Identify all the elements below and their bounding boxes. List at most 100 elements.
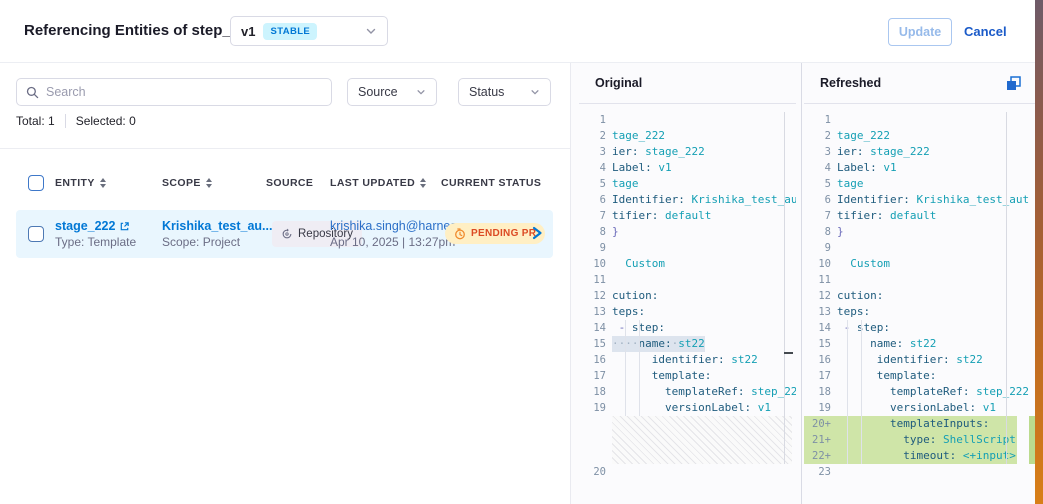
line-number: 14 <box>804 320 831 336</box>
copy-icon[interactable] <box>1005 75 1022 92</box>
code-line: 2tage_222 <box>804 128 1017 144</box>
column-header-current-status: CURRENT STATUS <box>441 177 541 189</box>
version-dropdown[interactable]: v1 STABLE <box>230 16 388 46</box>
refreshed-title: Refreshed <box>820 76 881 90</box>
code-line: 3ier: stage_222 <box>804 144 1017 160</box>
code-line: 19 versionLabel: v1 <box>804 400 1017 416</box>
code-line: 18 templateRef: step_222 <box>579 384 792 400</box>
line-number: 10 <box>804 256 831 272</box>
source-filter-dropdown[interactable]: Source <box>347 78 437 106</box>
line-number: 15 <box>804 336 831 352</box>
select-all-checkbox[interactable] <box>28 175 44 191</box>
page-title: Referencing Entities of step_222 <box>24 22 256 39</box>
line-number: 2 <box>804 128 831 144</box>
code-line: 5tage <box>579 176 792 192</box>
code-line: 6Identifier: Krishika_test_aut <box>804 192 1017 208</box>
column-header-entity[interactable]: ENTITY <box>55 177 106 189</box>
table-row[interactable]: stage_222 Type: Template Krishika_test_a… <box>16 210 553 258</box>
column-header-last-updated[interactable]: LAST UPDATED <box>330 177 426 189</box>
chevron-down-icon <box>365 25 377 37</box>
scope-link[interactable]: Krishika_test_au... <box>162 219 287 233</box>
line-number: 1 <box>579 112 606 128</box>
code-line: 12cution: <box>804 288 1017 304</box>
line-number: 7 <box>804 208 831 224</box>
column-header-source: SOURCE <box>266 177 313 189</box>
original-pane[interactable]: Original 12tage_2223ier: stage_2224Label… <box>579 63 796 504</box>
code-line: 15 name: st22 <box>804 336 1017 352</box>
entity-link[interactable]: stage_222 <box>55 219 136 233</box>
scope-sub: Scope: Project <box>162 235 287 249</box>
line-number: 4 <box>579 160 606 176</box>
original-code-editor[interactable]: 12tage_2223ier: stage_2224Label: v15tage… <box>579 112 796 504</box>
line-number: 3 <box>804 144 831 160</box>
referencing-entities-modal: Referencing Entities of step_222 v1 STAB… <box>0 0 1043 504</box>
line-number: 9 <box>579 240 606 256</box>
code-line: 7tifier: default <box>804 208 1017 224</box>
chevron-right-icon[interactable] <box>530 225 544 241</box>
code-line: 5tage <box>804 176 1017 192</box>
line-number: 23 <box>804 464 831 480</box>
status-filter-dropdown[interactable]: Status <box>458 78 551 106</box>
line-number: 21+ <box>804 432 831 448</box>
code-line: 4Label: v1 <box>579 160 792 176</box>
total-count: Total: 1 <box>16 114 55 128</box>
code-line: 4Label: v1 <box>804 160 1017 176</box>
line-number: 18 <box>579 384 606 400</box>
column-header-scope[interactable]: SCOPE <box>162 177 212 189</box>
search-icon <box>26 86 39 99</box>
update-button[interactable]: Update <box>888 18 952 46</box>
external-link-icon <box>119 221 130 232</box>
line-number: 12 <box>804 288 831 304</box>
original-pane-header: Original <box>579 63 796 104</box>
line-number: 16 <box>804 352 831 368</box>
table-header: ENTITY SCOPE SOURCE LAST UPDATED CURRENT… <box>0 175 570 195</box>
line-number: 11 <box>804 272 831 288</box>
code-line: 3ier: stage_222 <box>579 144 792 160</box>
entity-type: Type: Template <box>55 235 136 249</box>
line-number: 20+ <box>804 416 831 432</box>
page-edge-gradient <box>1035 0 1043 504</box>
code-line: 16 identifier: st22 <box>579 352 792 368</box>
code-line: 13teps: <box>804 304 1017 320</box>
line-number: 5 <box>804 176 831 192</box>
sort-icon[interactable] <box>206 178 212 188</box>
refreshed-pane-header: Refreshed <box>804 63 1036 104</box>
source-filter-label: Source <box>358 85 398 99</box>
cancel-button[interactable]: Cancel <box>964 24 1007 39</box>
pane-divider <box>801 63 802 504</box>
line-number: 4 <box>804 160 831 176</box>
code-line: 14 - step: <box>804 320 1017 336</box>
line-number: 8 <box>804 224 831 240</box>
line-number: 10 <box>579 256 606 272</box>
line-number: 19 <box>579 400 606 416</box>
indent-guide <box>625 320 626 416</box>
clock-icon <box>454 228 466 240</box>
code-line: 18 templateRef: step_222 <box>804 384 1017 400</box>
line-number: 6 <box>804 192 831 208</box>
line-number: 18 <box>804 384 831 400</box>
diff-collapsed-region <box>612 416 792 464</box>
diff-view: Original 12tage_2223ier: stage_2224Label… <box>570 63 1035 504</box>
selection-summary: Total: 1 Selected: 0 <box>16 114 136 128</box>
indent-guide <box>847 320 848 464</box>
search-input[interactable] <box>46 85 322 99</box>
line-number: 15 <box>579 336 606 352</box>
status-filter-label: Status <box>469 85 504 99</box>
refreshed-pane[interactable]: Refreshed 12tage_2223ier: stage_2224Labe… <box>804 63 1036 504</box>
line-number: 7 <box>579 208 606 224</box>
refreshed-code-editor[interactable]: 12tage_2223ier: stage_2224Label: v15tage… <box>804 112 1036 504</box>
search-box[interactable] <box>16 78 332 106</box>
sort-icon[interactable] <box>420 178 426 188</box>
line-number: 17 <box>804 368 831 384</box>
code-line: 1 <box>579 112 792 128</box>
sort-icon[interactable] <box>100 178 106 188</box>
row-checkbox[interactable] <box>28 226 44 242</box>
line-number: 19 <box>804 400 831 416</box>
code-line: 22+ timeout: <+input> <box>804 448 1017 464</box>
code-line: 21+ type: ShellScript <box>804 432 1017 448</box>
code-line: 9 <box>579 240 792 256</box>
code-line: 20 <box>579 464 792 480</box>
divider <box>0 148 570 149</box>
code-line: 7tifier: default <box>579 208 792 224</box>
modal-header: Referencing Entities of step_222 v1 STAB… <box>0 0 1043 63</box>
